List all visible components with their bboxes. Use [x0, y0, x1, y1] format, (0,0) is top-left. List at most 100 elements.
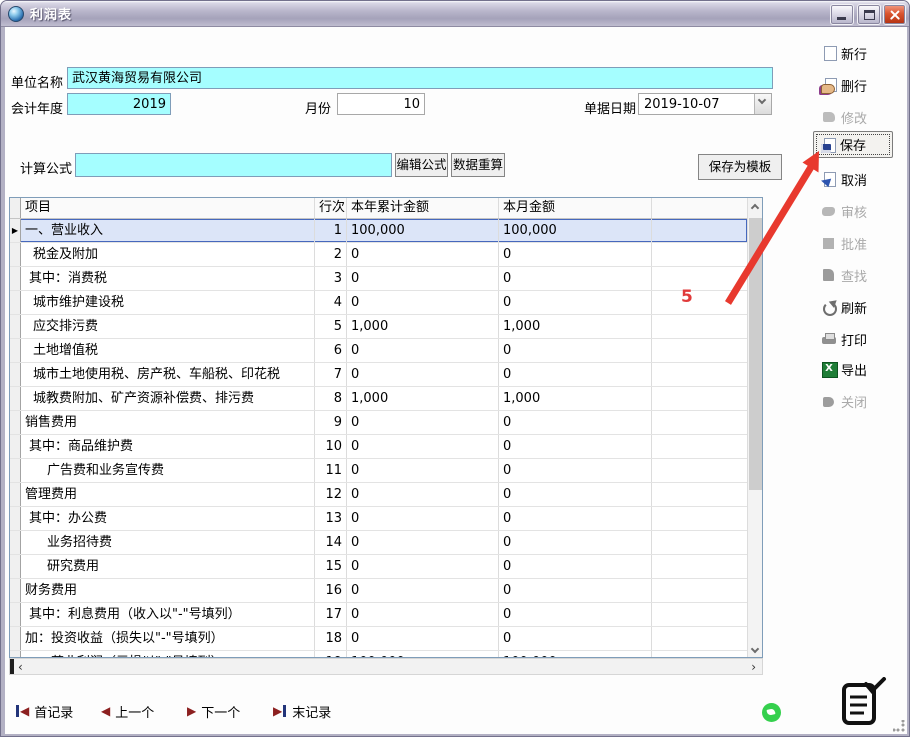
- sidebar-button-approve[interactable]: 批准: [821, 231, 897, 255]
- cell-ytd[interactable]: 0: [347, 579, 499, 602]
- cell-item[interactable]: 其中：利息费用（收入以"-"号填列）: [21, 603, 315, 626]
- cell-line[interactable]: 2: [315, 243, 347, 266]
- cell-ytd[interactable]: 0: [347, 555, 499, 578]
- cell-line[interactable]: 18: [315, 627, 347, 650]
- cell-extra[interactable]: [652, 555, 747, 578]
- cell-month[interactable]: 0: [499, 603, 652, 626]
- row-selector-cell[interactable]: [10, 411, 21, 434]
- cell-ytd[interactable]: 0: [347, 627, 499, 650]
- cell-extra[interactable]: [652, 627, 747, 650]
- table-row[interactable]: 广告费和业务宣传费 11 0 0: [10, 459, 747, 483]
- edit-formula-button[interactable]: 编辑公式: [395, 153, 448, 177]
- table-row[interactable]: 其中：办公费 13 0 0: [10, 507, 747, 531]
- row-selector-cell[interactable]: ▶: [10, 219, 21, 242]
- horizontal-scrollbar[interactable]: ‹ ›: [9, 658, 763, 675]
- table-row[interactable]: 研究费用 15 0 0: [10, 555, 747, 579]
- cell-month[interactable]: 0: [499, 363, 652, 386]
- cell-item[interactable]: 加：投资收益（损失以"-"号填列）: [21, 627, 315, 650]
- row-selector-cell[interactable]: [10, 435, 21, 458]
- cell-month[interactable]: 1,000: [499, 315, 652, 338]
- cell-extra[interactable]: [652, 531, 747, 554]
- cell-ytd[interactable]: 100,000: [347, 219, 499, 242]
- cell-item[interactable]: 广告费和业务宣传费: [21, 459, 315, 482]
- row-selector-cell[interactable]: [10, 483, 21, 506]
- sidebar-button-refresh[interactable]: 刷新: [821, 295, 897, 319]
- scroll-right-button[interactable]: ›: [751, 660, 756, 674]
- cell-item[interactable]: 其中：商品维护费: [21, 435, 315, 458]
- cell-extra[interactable]: [652, 339, 747, 362]
- cell-month[interactable]: 0: [499, 243, 652, 266]
- cell-extra[interactable]: [652, 651, 747, 658]
- table-row[interactable]: 其中：商品维护费 10 0 0: [10, 435, 747, 459]
- cell-ytd[interactable]: 1,000: [347, 315, 499, 338]
- row-selector-cell[interactable]: [10, 459, 21, 482]
- cell-line[interactable]: 8: [315, 387, 347, 410]
- cell-line[interactable]: 15: [315, 555, 347, 578]
- column-header-item[interactable]: 项目: [21, 198, 315, 218]
- cell-item[interactable]: 税金及附加: [21, 243, 315, 266]
- month-field[interactable]: 10: [337, 93, 425, 115]
- close-button[interactable]: [883, 4, 906, 25]
- table-row[interactable]: 财务费用 16 0 0: [10, 579, 747, 603]
- cell-item[interactable]: 应交排污费: [21, 315, 315, 338]
- table-row[interactable]: 城教费附加、矿产资源补偿费、排污费 8 1,000 1,000: [10, 387, 747, 411]
- cell-ytd[interactable]: 0: [347, 411, 499, 434]
- sidebar-button-save[interactable]: 保存: [813, 131, 893, 158]
- cell-month[interactable]: 100,000: [499, 651, 652, 658]
- document-date-combobox[interactable]: 2019-10-07: [638, 93, 772, 115]
- row-selector-cell[interactable]: [10, 603, 21, 626]
- cell-extra[interactable]: [652, 603, 747, 626]
- cell-ytd[interactable]: 0: [347, 267, 499, 290]
- row-selector-cell[interactable]: [10, 387, 21, 410]
- cell-line[interactable]: 14: [315, 531, 347, 554]
- table-row[interactable]: 其中：利息费用（收入以"-"号填列） 17 0 0: [10, 603, 747, 627]
- sidebar-button-export[interactable]: 导出: [821, 357, 897, 381]
- cell-line[interactable]: 3: [315, 267, 347, 290]
- nav-last-button[interactable]: ▶ 末记录: [273, 701, 331, 721]
- cell-item[interactable]: 一、营业收入: [21, 219, 315, 242]
- cell-extra[interactable]: [652, 243, 747, 266]
- table-row[interactable]: 税金及附加 2 0 0: [10, 243, 747, 267]
- row-selector-cell[interactable]: [10, 243, 21, 266]
- company-name-field[interactable]: 武汉黄海贸易有限公司: [67, 67, 773, 89]
- cell-extra[interactable]: [652, 315, 747, 338]
- sidebar-button-modify[interactable]: 修改: [821, 105, 897, 129]
- cell-item[interactable]: 其中：消费税: [21, 267, 315, 290]
- table-row[interactable]: 二、营业利润（亏损以"-"号填列） 19 100,000 100,000: [10, 651, 747, 658]
- cell-ytd[interactable]: 0: [347, 435, 499, 458]
- title-bar[interactable]: 利润表: [1, 1, 909, 27]
- sidebar-button-find[interactable]: 查找: [821, 263, 897, 287]
- table-row[interactable]: 加：投资收益（损失以"-"号填列） 18 0 0: [10, 627, 747, 651]
- minimize-button[interactable]: [830, 4, 854, 25]
- cell-item[interactable]: 城市维护建设税: [21, 291, 315, 314]
- cell-ytd[interactable]: 0: [347, 339, 499, 362]
- cell-month[interactable]: 0: [499, 627, 652, 650]
- recalculate-button[interactable]: 数据重算: [451, 153, 505, 177]
- table-row[interactable]: 其中：消费税 3 0 0: [10, 267, 747, 291]
- cell-line[interactable]: 12: [315, 483, 347, 506]
- cell-line[interactable]: 6: [315, 339, 347, 362]
- fiscal-year-field[interactable]: 2019: [67, 93, 171, 115]
- cell-line[interactable]: 17: [315, 603, 347, 626]
- table-row[interactable]: ▶ 一、营业收入 1 100,000 100,000: [10, 219, 747, 243]
- maximize-button[interactable]: [857, 4, 881, 25]
- cell-item[interactable]: 销售费用: [21, 411, 315, 434]
- cell-month[interactable]: 0: [499, 291, 652, 314]
- cell-item[interactable]: 研究费用: [21, 555, 315, 578]
- cell-line[interactable]: 1: [315, 219, 347, 242]
- cell-line[interactable]: 11: [315, 459, 347, 482]
- cell-month[interactable]: 0: [499, 483, 652, 506]
- cell-ytd[interactable]: 0: [347, 507, 499, 530]
- nav-next-button[interactable]: ▶ 下一个: [187, 701, 240, 721]
- cell-line[interactable]: 10: [315, 435, 347, 458]
- cell-month[interactable]: 0: [499, 411, 652, 434]
- cell-extra[interactable]: [652, 579, 747, 602]
- cell-extra[interactable]: [652, 363, 747, 386]
- cell-ytd[interactable]: 0: [347, 603, 499, 626]
- cell-extra[interactable]: [652, 219, 747, 242]
- sidebar-button-close[interactable]: 关闭: [821, 389, 897, 413]
- nav-prev-button[interactable]: ◀ 上一个: [101, 701, 154, 721]
- row-selector-cell[interactable]: [10, 555, 21, 578]
- column-header-month[interactable]: 本月金额: [499, 198, 652, 218]
- cell-month[interactable]: 1,000: [499, 387, 652, 410]
